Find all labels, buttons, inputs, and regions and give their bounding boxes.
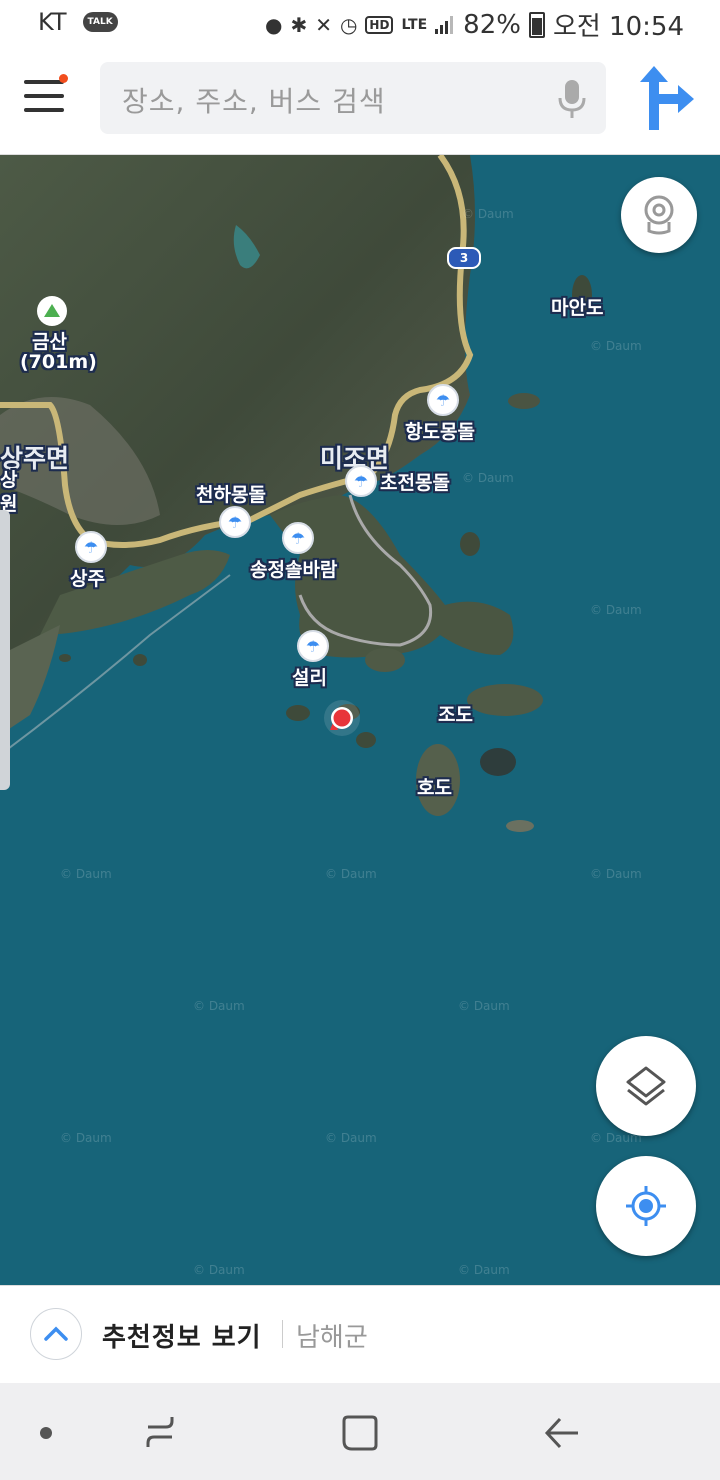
beach-poi-icon[interactable]: ☂	[282, 522, 314, 554]
beach-label-chojeon[interactable]: 초전몽돌	[380, 468, 450, 495]
map-watermark: © Daum	[60, 867, 112, 881]
hd-voice-icon: HD	[365, 15, 394, 34]
map-watermark: © Daum	[193, 1263, 245, 1277]
bluetooth-icon: ✱	[290, 12, 308, 37]
region-label: 남해군	[296, 1323, 368, 1353]
map-watermark: © Daum	[462, 207, 514, 221]
menu-button[interactable]	[24, 74, 68, 116]
carrier-label: KT	[38, 8, 67, 36]
recommendation-title[interactable]: 추천정보 보기	[102, 1317, 262, 1354]
layers-icon	[626, 1066, 666, 1106]
street-view-button[interactable]	[621, 177, 697, 253]
map-watermark: © Daum	[325, 1131, 377, 1145]
map-watermark: © Daum	[462, 471, 514, 485]
my-location-icon	[626, 1186, 666, 1226]
directions-icon[interactable]	[638, 66, 694, 130]
map-watermark: © Daum	[60, 1131, 112, 1145]
current-location-marker	[324, 700, 360, 736]
island-label-maando[interactable]: 마안도	[551, 293, 603, 320]
clock: 오전 10:54	[552, 12, 684, 42]
beach-poi-icon[interactable]: ☂	[75, 531, 107, 563]
search-header: 장소, 주소, 버스 검색	[0, 48, 720, 155]
place-label: 상	[0, 469, 18, 491]
map-watermark: © Daum	[325, 867, 377, 881]
battery-icon	[528, 11, 545, 38]
status-bar: KT TALK ● ✱ ✕ ◷ HD LTE 82% 오전 10:54	[0, 0, 720, 48]
search-placeholder: 장소, 주소, 버스 검색	[122, 85, 386, 118]
beach-label-seolli[interactable]: 설리	[292, 663, 327, 690]
beach-label-sangju[interactable]: 상주	[70, 564, 105, 591]
map-watermark: © Daum	[458, 1263, 510, 1277]
beach-label-cheonha[interactable]: 천하몽돌	[196, 480, 266, 507]
mountain-icon[interactable]	[36, 295, 68, 327]
signal-icon	[435, 15, 455, 34]
island-label-hodo[interactable]: 호도	[417, 773, 452, 800]
nav-dot-icon[interactable]	[40, 1427, 52, 1439]
layers-button[interactable]	[596, 1036, 696, 1136]
notification-dot	[59, 74, 68, 83]
map-watermark: © Daum	[193, 999, 245, 1013]
expand-panel-button[interactable]	[30, 1308, 82, 1360]
street-view-icon	[644, 195, 674, 235]
beach-poi-icon[interactable]: ☂	[427, 384, 459, 416]
location-icon: ●	[264, 12, 283, 37]
beach-label-hangdo[interactable]: 항도몽돌	[405, 417, 475, 444]
island-label-jodo[interactable]: 조도	[438, 700, 473, 727]
kakaotalk-notification-icon: TALK	[82, 12, 118, 32]
road-number-shield: 3	[447, 247, 481, 269]
map-watermark: © Daum	[590, 603, 642, 617]
beach-label-songjeong[interactable]: 송정솔바람	[250, 555, 337, 582]
microphone-icon[interactable]	[556, 78, 588, 120]
my-location-button[interactable]	[596, 1156, 696, 1256]
recommendation-panel[interactable]: 추천정보 보기 남해군	[0, 1285, 720, 1384]
map-watermark: © Daum	[590, 867, 642, 881]
mountain-height-label: (701m)	[20, 351, 97, 373]
divider	[282, 1320, 283, 1348]
beach-poi-icon[interactable]: ☂	[297, 630, 329, 662]
home-icon[interactable]	[342, 1415, 378, 1451]
mute-icon: ✕	[315, 12, 332, 37]
side-drawer-handle[interactable]	[0, 510, 10, 790]
lte-icon: LTE	[401, 16, 428, 33]
map-watermark: © Daum	[458, 999, 510, 1013]
recent-apps-icon[interactable]	[140, 1415, 180, 1449]
beach-poi-icon[interactable]: ☂	[345, 465, 377, 497]
chevron-up-icon	[44, 1326, 68, 1341]
map-watermark: © Daum	[590, 339, 642, 353]
beach-poi-icon[interactable]: ☂	[219, 506, 251, 538]
back-icon[interactable]	[544, 1417, 580, 1449]
mountain-label[interactable]: 금산	[32, 327, 67, 354]
search-input[interactable]: 장소, 주소, 버스 검색	[100, 62, 606, 134]
system-nav-bar	[0, 1383, 720, 1480]
map-view[interactable]: © Daum © Daum © Daum © Daum © Daum © Dau…	[0, 155, 720, 1285]
battery-percent: 82%	[463, 9, 521, 40]
alarm-icon: ◷	[339, 12, 358, 37]
